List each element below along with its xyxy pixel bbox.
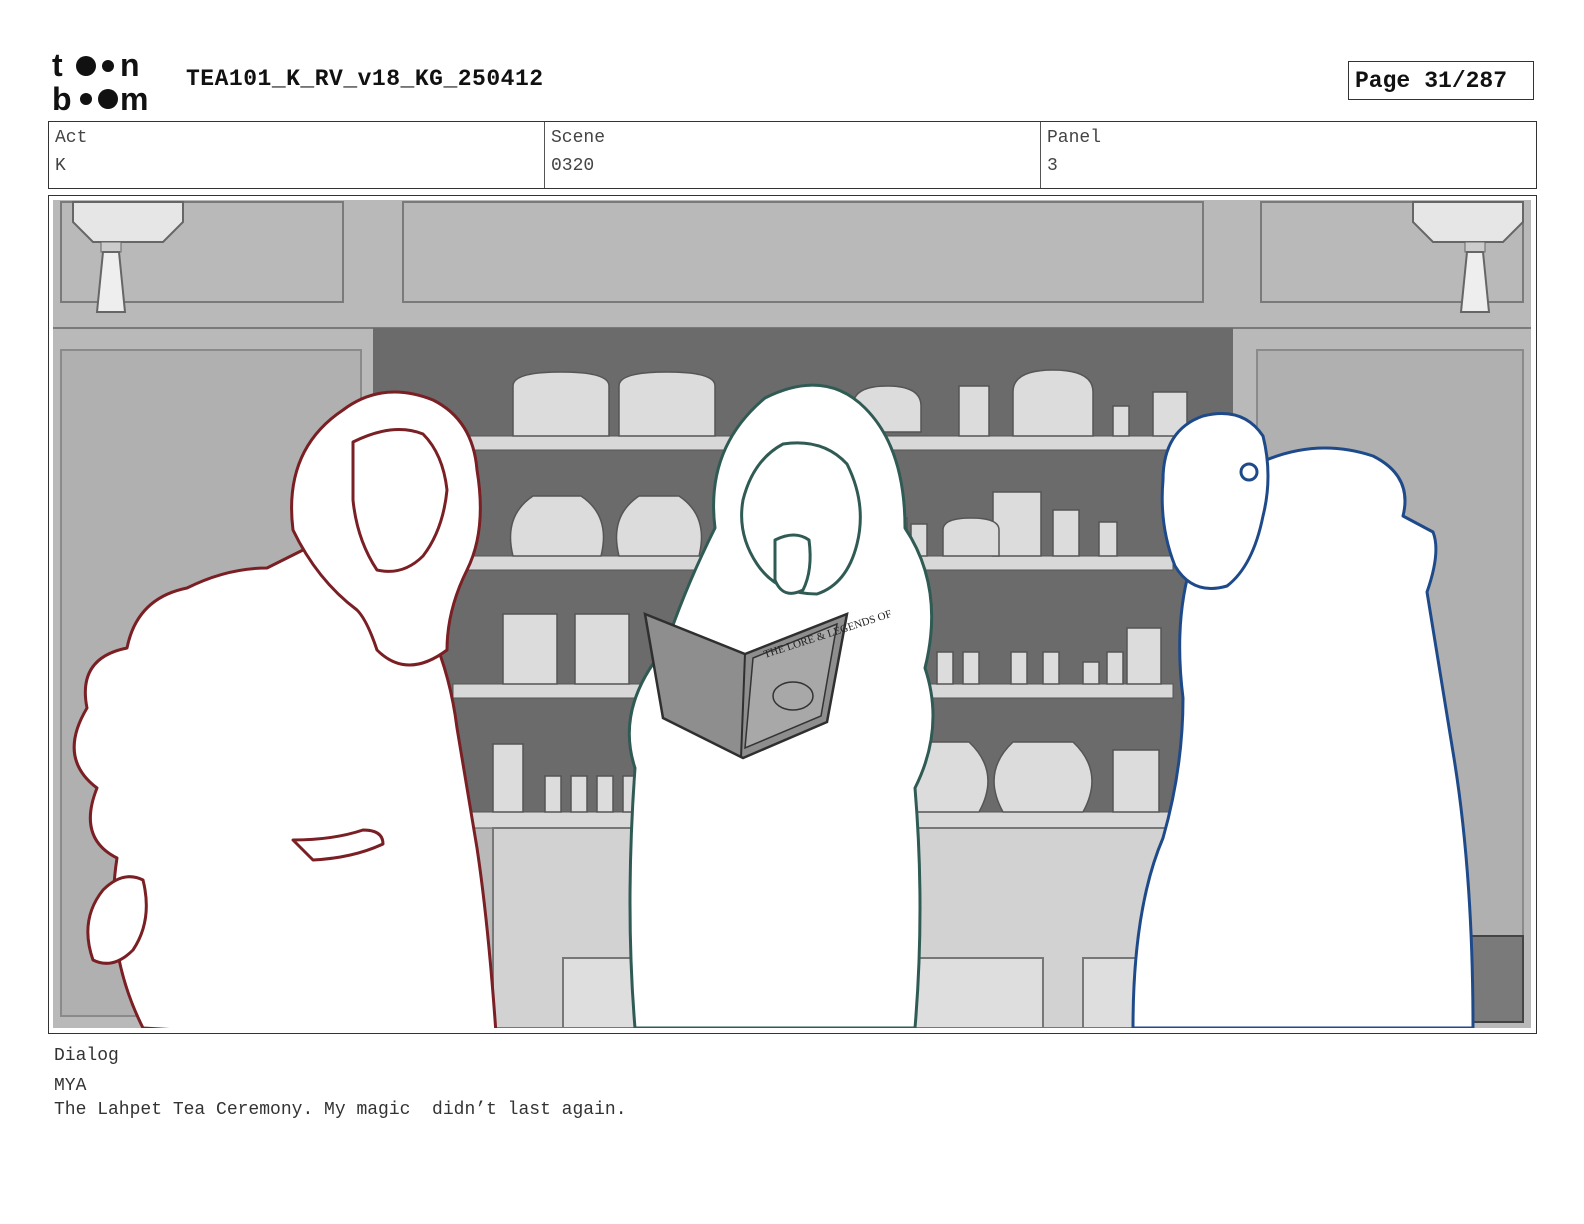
svg-text:n: n: [120, 48, 140, 83]
logo-icon: t n b m: [52, 47, 148, 117]
act-label: Act: [55, 128, 88, 148]
page-indicator: Page 31/287: [1348, 61, 1534, 100]
dialog-line: The Lahpet Tea Ceremony. My magic didn’t…: [54, 1100, 627, 1120]
page-label: Page: [1355, 67, 1411, 94]
svg-text:t: t: [52, 48, 63, 83]
svg-text:m: m: [120, 81, 148, 114]
dialog-section: Dialog MYA The Lahpet Tea Ceremony. My m…: [54, 1046, 627, 1120]
storyboard-panel: THE LORE & LEGENDS OF: [48, 195, 1537, 1034]
info-row: Act K Scene 0320 Panel 3: [48, 121, 1537, 189]
page-number: 31/287: [1424, 67, 1508, 94]
act-value: K: [55, 156, 66, 176]
act-cell: Act K: [49, 122, 545, 188]
svg-text:b: b: [52, 81, 72, 114]
document-title: TEA101_K_RV_v18_KG_250412: [186, 66, 544, 92]
dialog-speaker: MYA: [54, 1076, 87, 1096]
panel-value: 3: [1047, 156, 1058, 176]
panel-label: Panel: [1047, 128, 1102, 148]
panel-illustration: THE LORE & LEGENDS OF: [53, 200, 1531, 1028]
panel-cell: Panel 3: [1041, 122, 1536, 188]
dialog-label: Dialog: [54, 1046, 119, 1066]
scene-cell: Scene 0320: [545, 122, 1041, 188]
toon-boom-logo: t n b m: [50, 47, 166, 117]
scene-label: Scene: [551, 128, 606, 148]
scene-value: 0320: [551, 156, 595, 176]
